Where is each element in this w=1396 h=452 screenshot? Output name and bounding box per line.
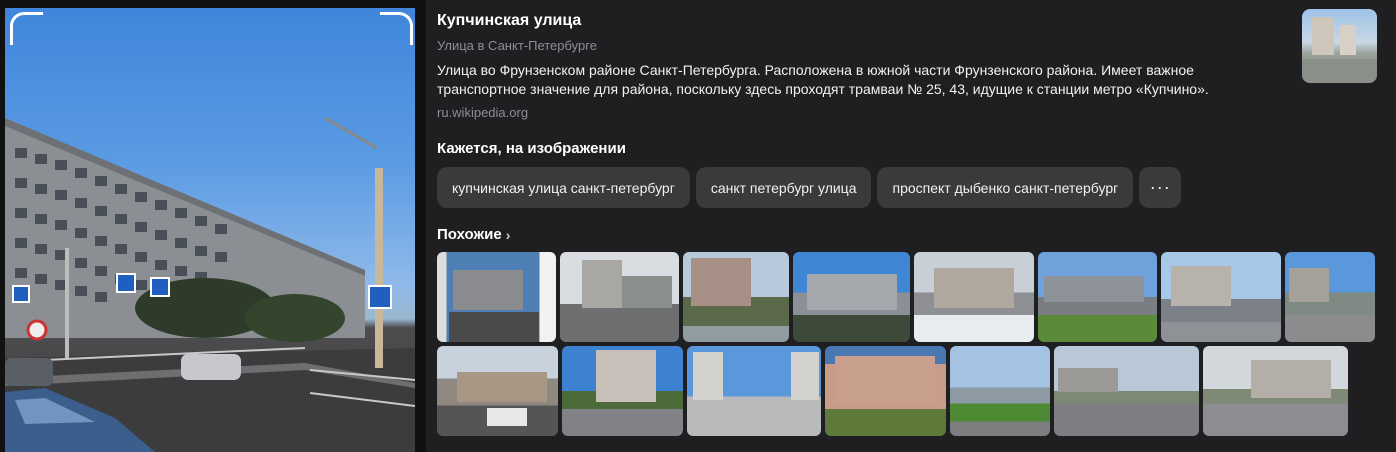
query-photo-panel	[0, 0, 426, 452]
similar-image[interactable]	[1203, 346, 1348, 436]
result-thumbnail[interactable]	[1302, 9, 1377, 83]
tag-chip[interactable]: купчинская улица санкт-петербург	[437, 167, 690, 208]
crop-corner-top-right[interactable]	[380, 12, 413, 45]
chevron-right-icon: ›	[505, 226, 511, 243]
similar-image[interactable]	[1161, 252, 1281, 342]
similar-image[interactable]	[1054, 346, 1199, 436]
similar-image[interactable]	[793, 252, 910, 342]
similar-image[interactable]	[687, 346, 821, 436]
query-photo[interactable]	[5, 8, 415, 452]
results-panel: Купчинская улица Улица в Санкт-Петербург…	[437, 0, 1387, 452]
similar-image[interactable]	[825, 346, 946, 436]
crop-corner-top-left[interactable]	[10, 12, 43, 45]
more-tags-button[interactable]: ···	[1139, 167, 1182, 208]
result-description: Улица во Фрунзенском районе Санкт-Петерб…	[437, 62, 1209, 97]
similar-heading-link[interactable]: Похожие ›	[437, 226, 510, 243]
similar-image[interactable]	[914, 252, 1034, 342]
similar-image[interactable]	[1038, 252, 1157, 342]
result-source-link[interactable]: ru.wikipedia.org	[437, 105, 528, 120]
similar-image[interactable]	[437, 346, 558, 436]
result-title[interactable]: Купчинская улица	[437, 12, 581, 30]
similar-image[interactable]	[437, 252, 556, 342]
similar-heading: Похожие	[437, 226, 502, 243]
tag-chips: купчинская улица санкт-петербург санкт п…	[437, 167, 1182, 208]
similar-image[interactable]	[683, 252, 789, 342]
tags-heading: Кажется, на изображении	[437, 140, 626, 157]
similar-image[interactable]	[1285, 252, 1375, 342]
tag-chip[interactable]: проспект дыбенко санкт-петербург	[877, 167, 1134, 208]
similar-image[interactable]	[560, 252, 679, 342]
result-subtitle: Улица в Санкт-Петербурге	[437, 38, 597, 53]
tag-chip[interactable]: санкт петербург улица	[695, 167, 872, 208]
similar-image[interactable]	[950, 346, 1050, 436]
similar-image[interactable]	[562, 346, 683, 436]
